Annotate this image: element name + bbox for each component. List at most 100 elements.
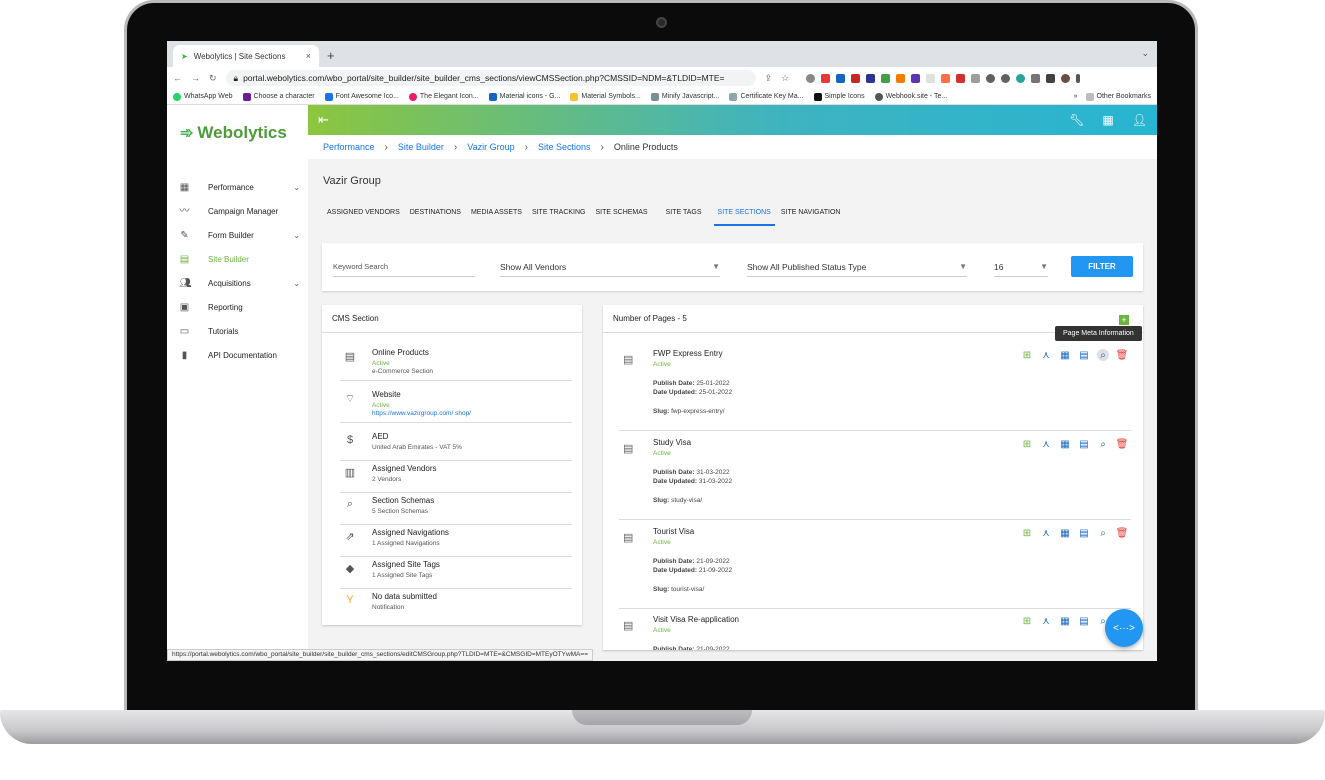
grid-icon[interactable]: ▦ [1102, 113, 1113, 127]
sidebar-item-form-builder[interactable]: ✎ Form Builder ⌄ [167, 223, 308, 247]
bookmark[interactable]: Material icons - G... [488, 92, 560, 101]
bookmark[interactable]: Font Awesome Ico... [324, 92, 399, 101]
extension-icon[interactable] [1016, 73, 1026, 83]
table-row[interactable]: ▤ Visit Visa Re-application Active Publi… [619, 615, 1131, 650]
tab-site-tracking[interactable]: SITE TRACKING [528, 203, 590, 226]
breadcrumb-site-builder[interactable]: Site Builder [398, 142, 444, 152]
book-icon[interactable]: ▤ [1078, 615, 1090, 627]
sidebar-item-site-builder[interactable]: ▤ Site Builder [167, 247, 308, 271]
bookmark[interactable]: Minify Javascript... [650, 92, 719, 101]
keyword-search-input[interactable]: Keyword Search [333, 257, 475, 277]
table-icon[interactable]: ▦ [1059, 349, 1071, 361]
tab-media-assets[interactable]: MEDIA ASSETS [467, 203, 526, 226]
search-icon[interactable]: ⌕ [1097, 349, 1109, 361]
extension-icon[interactable] [926, 73, 936, 83]
bookmark[interactable]: WhatsApp Web [173, 92, 233, 101]
breadcrumb-site-sections[interactable]: Site Sections [538, 142, 591, 152]
back-icon[interactable]: ← [173, 73, 182, 83]
book-icon[interactable]: ▤ [1078, 438, 1090, 450]
list-item[interactable]: ◆ Assigned Site Tags 1 Assigned Site Tag… [340, 557, 572, 589]
breadcrumb-performance[interactable]: Performance [323, 142, 375, 152]
close-icon[interactable]: × [306, 51, 311, 61]
puzzle-icon[interactable] [1031, 73, 1041, 83]
bookmark[interactable]: Material Symbols... [570, 92, 641, 101]
filter-button[interactable]: FILTER [1071, 256, 1133, 277]
tab-site-sections[interactable]: SITE SECTIONS [713, 203, 775, 226]
wrench-icon[interactable]: 🔧︎ [1069, 113, 1084, 127]
delete-icon[interactable]: 🗑︎ [1116, 527, 1129, 539]
tab-site-navigation[interactable]: SITE NAVIGATION [777, 203, 845, 226]
sidebar-item-api-documentation[interactable]: ▮ API Documentation [167, 343, 308, 367]
table-row[interactable]: ▤ Study Visa Active Publish Date: 31-03-… [619, 438, 1131, 520]
add-icon[interactable]: ⊞ [1021, 615, 1033, 627]
tree-icon[interactable]: ⋏ [1040, 349, 1052, 361]
bookmark[interactable]: The Elegant Icon... [408, 92, 479, 101]
table-icon[interactable]: ▦ [1059, 438, 1071, 450]
extension-icon[interactable] [896, 73, 906, 83]
delete-icon[interactable]: 🗑︎ [1116, 349, 1129, 361]
extension-icon[interactable] [806, 73, 816, 83]
bookmark[interactable]: Certificate Key Ma... [729, 92, 804, 101]
table-icon[interactable]: ▦ [1059, 615, 1071, 627]
tree-icon[interactable]: ⋏ [1040, 615, 1052, 627]
forward-icon[interactable]: → [191, 73, 200, 83]
search-icon[interactable]: ⌕ [1097, 527, 1109, 539]
code-fab-button[interactable]: <···> [1105, 609, 1143, 647]
book-icon[interactable]: ▤ [1078, 527, 1090, 539]
sidebar-item-performance[interactable]: ▦ Performance ⌄ [167, 175, 308, 199]
search-icon[interactable]: ⌕ [1097, 438, 1109, 450]
url-field[interactable]: 🔒︎ portal.webolytics.com/wbo_portal/site… [225, 70, 756, 86]
add-icon[interactable]: ⊞ [1021, 349, 1033, 361]
count-select[interactable]: 16 ▼ [994, 257, 1048, 277]
add-page-button[interactable]: + [1119, 315, 1129, 325]
list-item[interactable]: ▥ Assigned Vendors 2 Vendors [340, 461, 572, 493]
list-item[interactable]: ▤ Online Products Active e-Commerce Sect… [340, 345, 572, 381]
sidebar-item-campaign-manager[interactable]: 〰 Campaign Manager [167, 199, 308, 223]
bookmark[interactable]: Webhook.site - Te... [874, 92, 947, 101]
more-icon[interactable] [1076, 73, 1081, 83]
bookmark[interactable]: Simple Icons [813, 92, 865, 101]
tree-icon[interactable]: ⋏ [1040, 527, 1052, 539]
collapse-sidebar-icon[interactable]: ⇤ [318, 112, 329, 128]
list-item[interactable]: $ AED United Arab Emirates - VAT 5% [340, 429, 572, 461]
list-item[interactable]: ⌔ Website Active https://www.vazirgroup.… [340, 387, 572, 423]
table-icon[interactable]: ▦ [1059, 527, 1071, 539]
star-icon[interactable]: ☆ [781, 73, 789, 84]
add-icon[interactable]: ⊞ [1021, 527, 1033, 539]
extension-icon[interactable] [971, 73, 981, 83]
new-tab-button[interactable]: + [327, 48, 335, 63]
list-item[interactable]: ⇗ Assigned Navigations 1 Assigned Naviga… [340, 525, 572, 557]
status-select[interactable]: Show All Published Status Type ▼ [747, 257, 967, 277]
extension-icon[interactable] [911, 73, 921, 83]
extension-icon[interactable] [941, 73, 951, 83]
logo[interactable]: ➾ Webolytics [180, 123, 287, 143]
breadcrumb-vazir-group[interactable]: Vazir Group [467, 142, 514, 152]
avatar[interactable] [1061, 73, 1071, 83]
table-row[interactable]: ▤ Tourist Visa Active Publish Date: 21-0… [619, 527, 1131, 609]
user-icon[interactable]: 👤︎ [1132, 113, 1147, 127]
extension-icon[interactable] [986, 73, 996, 83]
book-icon[interactable]: ▤ [1078, 349, 1090, 361]
reload-icon[interactable]: ↻ [209, 73, 217, 84]
tree-icon[interactable]: ⋏ [1040, 438, 1052, 450]
tab-assigned-vendors[interactable]: ASSIGNED VENDORS [323, 203, 404, 226]
browser-tab[interactable]: ➤ Webolytics | Site Sections × [173, 45, 319, 67]
chevron-down-icon[interactable]: ⌄ [1141, 48, 1149, 59]
add-icon[interactable]: ⊞ [1021, 438, 1033, 450]
extension-icon[interactable] [881, 73, 891, 83]
extension-icon[interactable] [821, 73, 831, 83]
website-link[interactable]: https://www.vazirgroup.com/ shop/ [372, 410, 471, 417]
tab-site-tags[interactable]: SITE TAGS [662, 203, 706, 226]
tab-destinations[interactable]: DESTINATIONS [406, 203, 465, 226]
table-row[interactable]: ▤ FWP Express Entry Active Publish Date:… [619, 349, 1131, 431]
list-item[interactable]: Y No data submitted Notification [340, 589, 572, 621]
share-icon[interactable]: ⇪ [765, 73, 773, 84]
extension-icon[interactable] [956, 73, 966, 83]
extension-icon[interactable] [851, 73, 861, 83]
tab-site-schemas[interactable]: SITE SCHEMAS [591, 203, 651, 226]
delete-icon[interactable]: 🗑︎ [1116, 438, 1129, 450]
sidebar-item-tutorials[interactable]: ▭ Tutorials [167, 319, 308, 343]
other-bookmarks[interactable]: Other Bookmarks [1085, 92, 1151, 101]
extension-icon[interactable] [836, 73, 846, 83]
extension-icon[interactable] [866, 73, 876, 83]
